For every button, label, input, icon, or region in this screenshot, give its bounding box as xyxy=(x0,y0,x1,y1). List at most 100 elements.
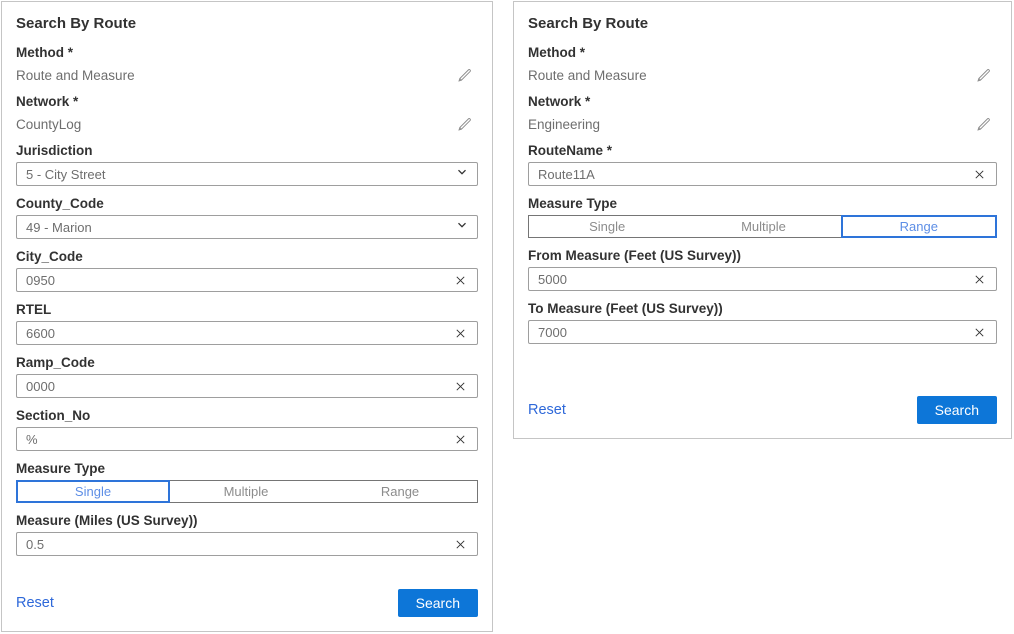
method-value: Route and Measure xyxy=(16,68,135,83)
jurisdiction-label: Jurisdiction xyxy=(16,143,478,158)
city-code-field: City_Code xyxy=(16,249,478,292)
right-panel-footer: Reset Search xyxy=(528,396,997,424)
page-title: Search By Route xyxy=(528,15,997,32)
network-edit-button[interactable] xyxy=(451,117,478,132)
measure-type-option-multiple[interactable]: Multiple xyxy=(685,216,841,237)
to-measure-inputbox xyxy=(528,320,997,344)
reset-link[interactable]: Reset xyxy=(16,595,54,611)
clear-x-icon xyxy=(454,328,467,343)
from-measure-input[interactable] xyxy=(538,272,969,287)
from-measure-label: From Measure (Feet (US Survey)) xyxy=(528,248,997,263)
method-value: Route and Measure xyxy=(528,68,647,83)
ramp-code-clear-button[interactable] xyxy=(450,378,471,395)
page: Search By Route Method * Route and Measu… xyxy=(0,0,1014,633)
ramp-code-input[interactable] xyxy=(26,379,450,394)
method-label: Method * xyxy=(528,45,997,60)
left-panel-footer: Reset Search xyxy=(16,589,478,617)
edit-pencil-icon xyxy=(976,120,991,135)
city-code-inputbox xyxy=(16,268,478,292)
measure-type-option-range[interactable]: Range xyxy=(323,481,477,502)
clear-x-icon xyxy=(973,274,986,289)
measure-type-field: Measure Type Single Multiple Range xyxy=(528,196,997,238)
method-label: Method * xyxy=(16,45,478,60)
city-code-input[interactable] xyxy=(26,273,450,288)
route-name-input[interactable] xyxy=(538,167,969,182)
county-code-select[interactable]: 49 - Marion xyxy=(16,215,478,239)
section-no-clear-button[interactable] xyxy=(450,431,471,448)
ramp-code-inputbox xyxy=(16,374,478,398)
clear-x-icon xyxy=(454,381,467,396)
county-code-selected-value: 49 - Marion xyxy=(26,220,92,235)
section-no-inputbox xyxy=(16,427,478,451)
to-measure-field: To Measure (Feet (US Survey)) xyxy=(528,301,997,344)
jurisdiction-selected-value: 5 - City Street xyxy=(26,167,105,182)
network-label: Network * xyxy=(528,94,997,109)
reset-link[interactable]: Reset xyxy=(528,402,566,418)
rtel-inputbox xyxy=(16,321,478,345)
method-edit-button[interactable] xyxy=(970,68,997,83)
clear-x-icon xyxy=(454,434,467,449)
section-no-field: Section_No xyxy=(16,408,478,451)
jurisdiction-field: Jurisdiction 5 - City Street xyxy=(16,143,478,186)
method-field: Method * Route and Measure xyxy=(528,45,997,86)
edit-pencil-icon xyxy=(457,71,472,86)
measure-input[interactable] xyxy=(26,537,450,552)
from-measure-inputbox xyxy=(528,267,997,291)
measure-inputbox xyxy=(16,532,478,556)
measure-type-option-multiple[interactable]: Multiple xyxy=(169,481,323,502)
rtel-clear-button[interactable] xyxy=(450,325,471,342)
measure-type-label: Measure Type xyxy=(16,461,478,476)
measure-type-segmented-control: Single Multiple Range xyxy=(528,215,997,238)
county-code-label: County_Code xyxy=(16,196,478,211)
section-no-input[interactable] xyxy=(26,432,450,447)
method-edit-button[interactable] xyxy=(451,68,478,83)
measure-type-option-single[interactable]: Single xyxy=(529,216,685,237)
measure-type-option-single[interactable]: Single xyxy=(16,480,170,503)
jurisdiction-select[interactable]: 5 - City Street xyxy=(16,162,478,186)
network-edit-button[interactable] xyxy=(970,117,997,132)
ramp-code-field: Ramp_Code xyxy=(16,355,478,398)
measure-field: Measure (Miles (US Survey)) xyxy=(16,513,478,556)
section-no-label: Section_No xyxy=(16,408,478,423)
from-measure-field: From Measure (Feet (US Survey)) xyxy=(528,248,997,291)
rtel-input[interactable] xyxy=(26,326,450,341)
network-label: Network * xyxy=(16,94,478,109)
measure-clear-button[interactable] xyxy=(450,536,471,553)
measure-type-option-range[interactable]: Range xyxy=(841,215,997,238)
to-measure-clear-button[interactable] xyxy=(969,324,990,341)
chevron-down-icon xyxy=(456,218,468,236)
clear-x-icon xyxy=(973,169,986,184)
chevron-down-icon xyxy=(456,165,468,183)
search-by-route-panel-right: Search By Route Method * Route and Measu… xyxy=(513,1,1012,439)
network-field: Network * CountyLog xyxy=(16,94,478,135)
page-title: Search By Route xyxy=(16,15,478,32)
rtel-field: RTEL xyxy=(16,302,478,345)
network-value: Engineering xyxy=(528,117,600,132)
clear-x-icon xyxy=(454,275,467,290)
route-name-clear-button[interactable] xyxy=(969,166,990,183)
clear-x-icon xyxy=(973,327,986,342)
network-field: Network * Engineering xyxy=(528,94,997,135)
network-value: CountyLog xyxy=(16,117,81,132)
measure-label: Measure (Miles (US Survey)) xyxy=(16,513,478,528)
edit-pencil-icon xyxy=(976,71,991,86)
ramp-code-label: Ramp_Code xyxy=(16,355,478,370)
city-code-clear-button[interactable] xyxy=(450,272,471,289)
edit-pencil-icon xyxy=(457,120,472,135)
measure-type-segmented-control: Single Multiple Range xyxy=(16,480,478,503)
to-measure-input[interactable] xyxy=(538,325,969,340)
search-button[interactable]: Search xyxy=(398,589,478,617)
route-name-field: RouteName * xyxy=(528,143,997,186)
route-name-inputbox xyxy=(528,162,997,186)
from-measure-clear-button[interactable] xyxy=(969,271,990,288)
clear-x-icon xyxy=(454,539,467,554)
measure-type-label: Measure Type xyxy=(528,196,997,211)
measure-type-field: Measure Type Single Multiple Range xyxy=(16,461,478,503)
to-measure-label: To Measure (Feet (US Survey)) xyxy=(528,301,997,316)
route-name-label: RouteName * xyxy=(528,143,997,158)
rtel-label: RTEL xyxy=(16,302,478,317)
search-button[interactable]: Search xyxy=(917,396,997,424)
city-code-label: City_Code xyxy=(16,249,478,264)
county-code-field: County_Code 49 - Marion xyxy=(16,196,478,239)
search-by-route-panel-left: Search By Route Method * Route and Measu… xyxy=(1,1,493,632)
